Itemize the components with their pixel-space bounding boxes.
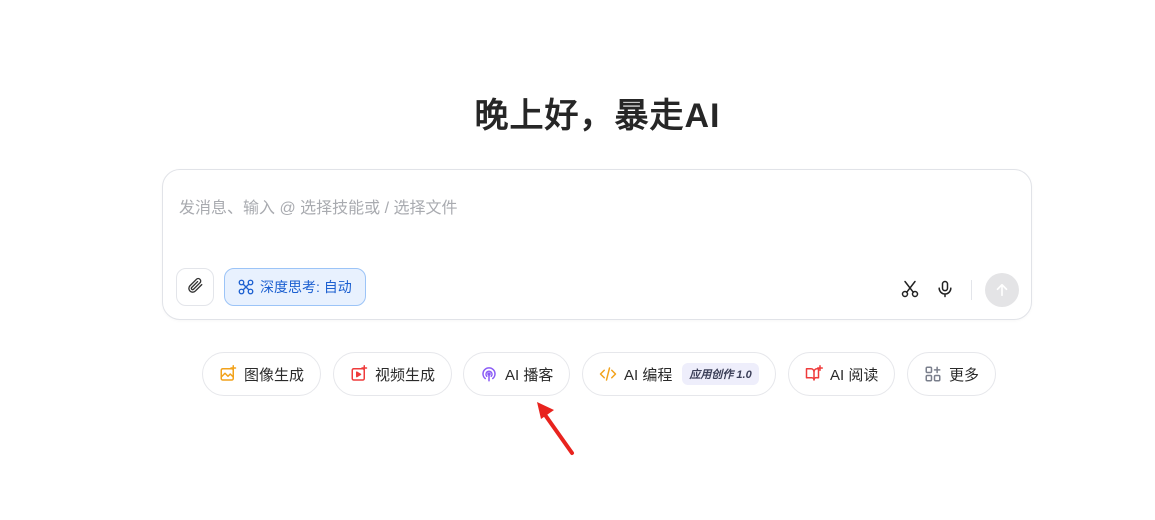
chip-label: AI 播客: [505, 366, 554, 384]
chip-label: AI 阅读: [830, 366, 879, 384]
image-generate-icon: [219, 365, 237, 383]
chip-label: 视频生成: [375, 366, 436, 384]
chip-ai-reading[interactable]: AI 阅读: [788, 352, 896, 396]
page: 晚上好，暴走AI 深度思考: 自动: [0, 0, 1155, 520]
chip-ai-coding[interactable]: AI 编程 应用创作 1.0: [582, 352, 776, 396]
chip-more[interactable]: 更多: [907, 352, 997, 396]
toolbar-divider: [971, 280, 972, 300]
chip-label: 更多: [949, 366, 980, 384]
message-composer: 深度思考: 自动: [162, 169, 1032, 320]
chip-label: 图像生成: [244, 366, 305, 384]
chip-image-generate[interactable]: 图像生成: [202, 352, 322, 396]
grid-more-icon: [924, 365, 942, 383]
atom-icon: [237, 278, 255, 296]
scissors-button[interactable]: [899, 278, 921, 300]
page-title: 晚上好，暴走AI: [474, 97, 721, 135]
arrow-up-icon: [993, 281, 1011, 299]
app-creation-badge: 应用创作 1.0: [682, 363, 759, 385]
annotation-arrow: [537, 402, 574, 455]
code-icon: [599, 365, 617, 383]
paperclip-icon: [186, 276, 204, 299]
reading-icon: [805, 365, 823, 383]
chip-video-generate[interactable]: 视频生成: [333, 352, 453, 396]
voice-button[interactable]: [934, 278, 956, 300]
chip-label: AI 编程: [624, 366, 673, 384]
send-button[interactable]: [985, 273, 1019, 307]
scissors-icon: [900, 279, 920, 299]
attach-button[interactable]: [176, 268, 214, 306]
deep-think-button[interactable]: 深度思考: 自动: [224, 268, 366, 306]
deep-think-label: 深度思考: 自动: [260, 279, 352, 295]
message-input[interactable]: [177, 188, 1001, 230]
podcast-icon: [480, 365, 498, 383]
microphone-icon: [935, 279, 955, 299]
chip-ai-podcast[interactable]: AI 播客: [463, 352, 571, 396]
video-generate-icon: [350, 365, 368, 383]
